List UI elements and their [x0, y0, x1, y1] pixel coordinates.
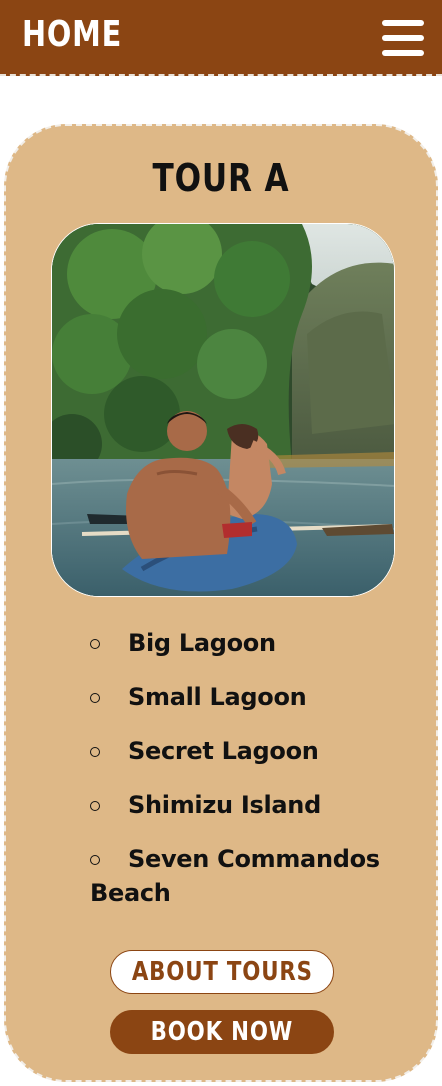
hamburger-menu-icon[interactable] [382, 20, 424, 56]
list-item: Big Lagoon [90, 626, 390, 660]
menu-line [382, 35, 424, 41]
about-tours-button[interactable]: ABOUT TOURS [110, 950, 334, 994]
menu-line [382, 50, 424, 56]
book-now-label: BOOK NOW [150, 1017, 294, 1047]
tour-title: TOUR A [152, 156, 290, 200]
kayak-photo [52, 224, 394, 596]
home-link[interactable]: HOME [22, 14, 122, 55]
list-item: Seven Commandos Beach [90, 842, 390, 910]
top-bar: HOME [0, 0, 442, 76]
about-tours-label: ABOUT TOURS [131, 957, 313, 987]
tour-stops-list: Big Lagoon Small Lagoon Secret Lagoon Sh… [90, 626, 390, 930]
list-item: Shimizu Island [90, 788, 390, 822]
book-now-button[interactable]: BOOK NOW [110, 1010, 334, 1054]
list-item: Small Lagoon [90, 680, 390, 714]
menu-line [382, 20, 424, 26]
tour-photo [51, 223, 395, 597]
list-item: Secret Lagoon [90, 734, 390, 768]
tour-card: TOUR A Big Lagoon Small Lagoon Secret La… [4, 124, 438, 1082]
